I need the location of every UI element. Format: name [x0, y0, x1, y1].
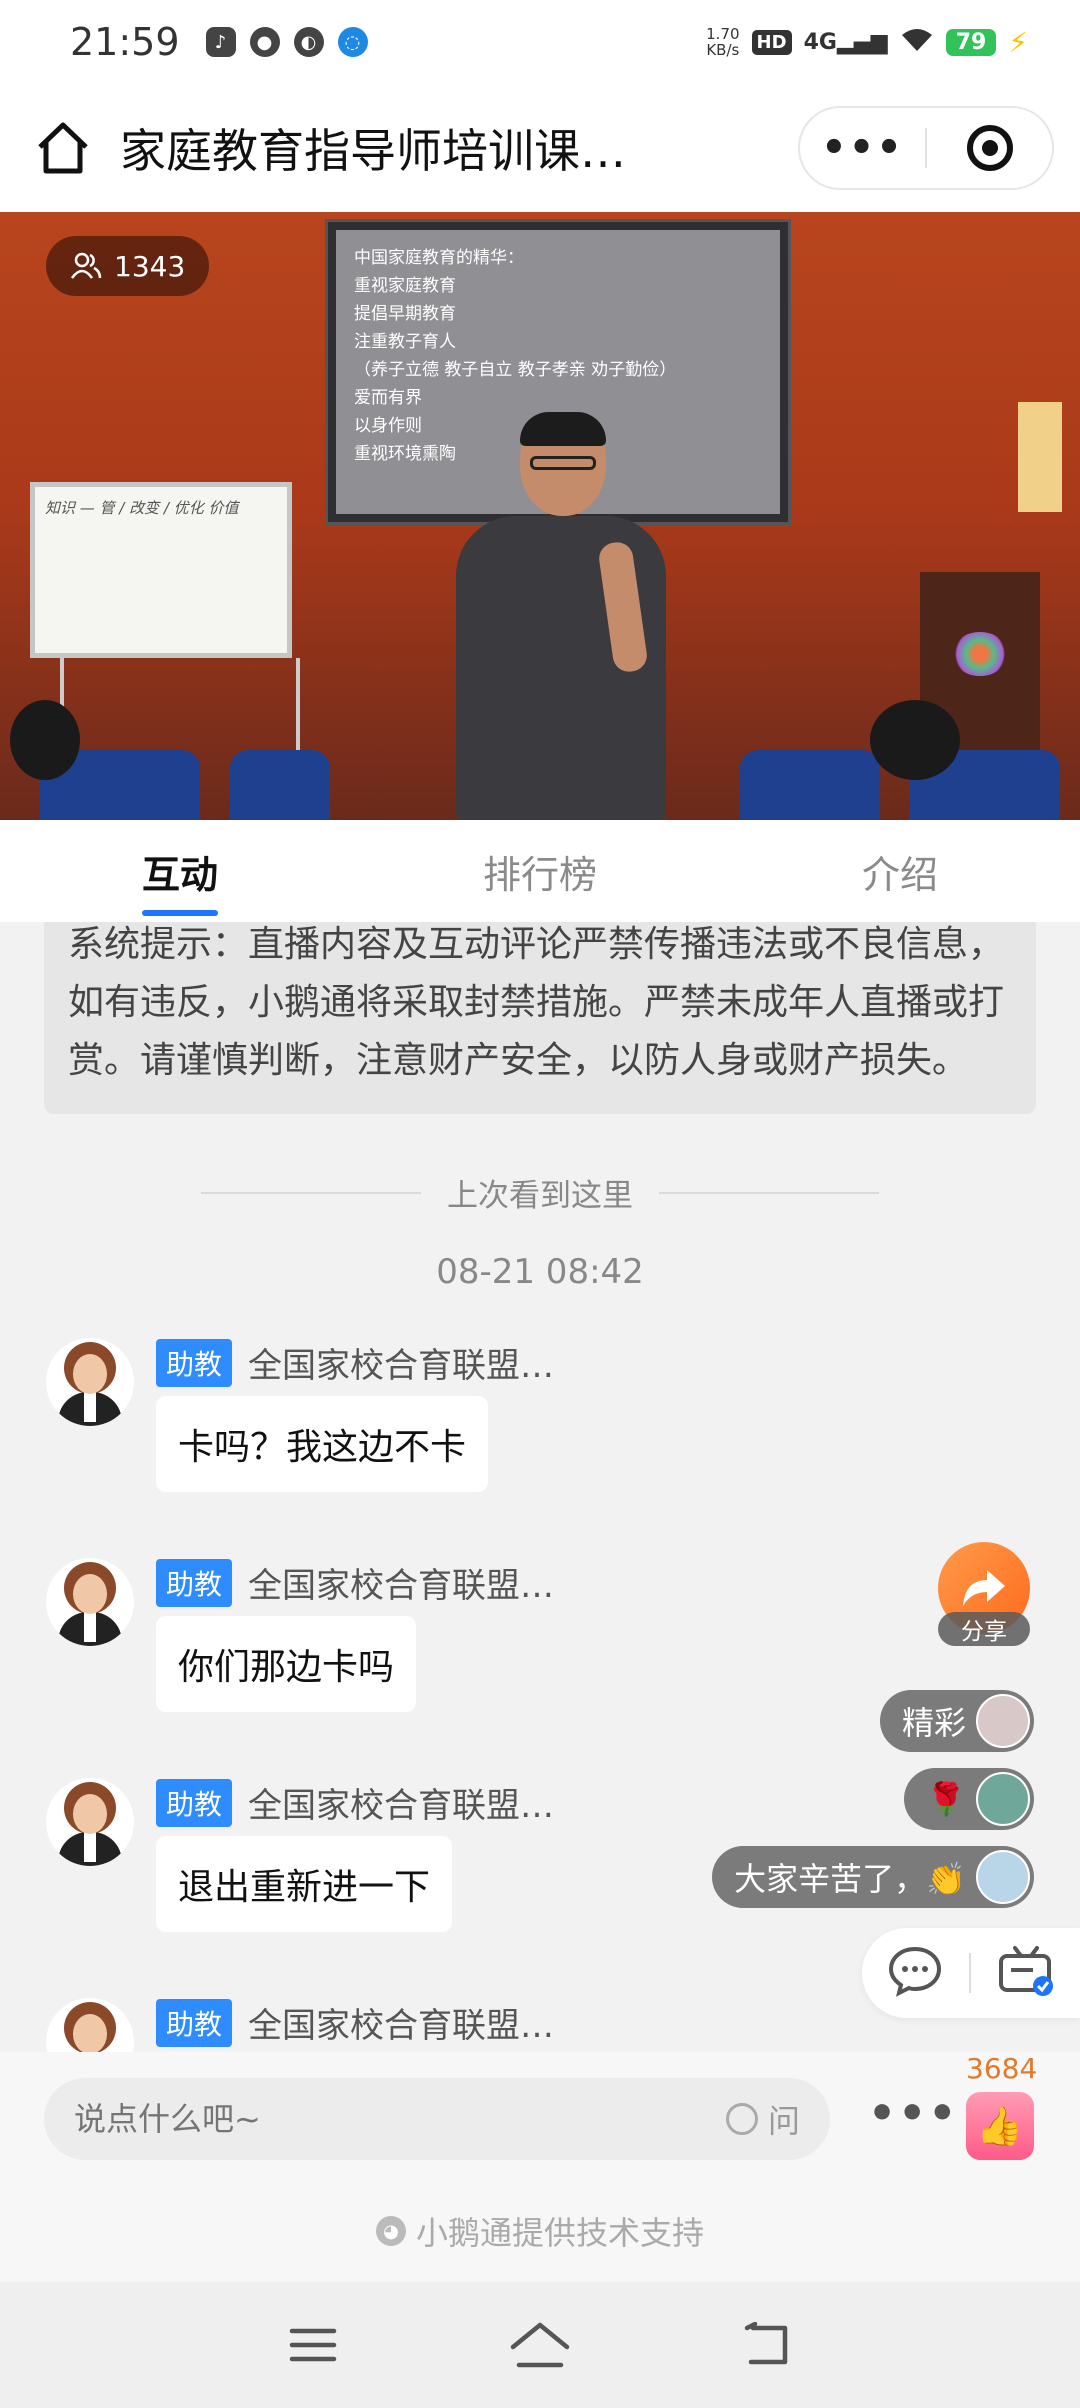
target-icon: [966, 125, 1013, 171]
like-count: 3684: [966, 2052, 1038, 2085]
more-dots-icon: •••: [821, 125, 904, 171]
status-bar: 21:59 ♪ ● ◐ ◌ 1.70 KB/s HD 4G▂▄▆ 79 ⚡: [0, 0, 1080, 84]
comment-input[interactable]: [74, 2100, 726, 2138]
role-badge: 助教: [156, 1778, 233, 1827]
avatar[interactable]: [46, 1338, 134, 1426]
sender-name: 全国家校合育联盟…: [248, 1786, 555, 1826]
message-timestamp: 08-21 08:42: [436, 1252, 644, 1292]
message-bubble[interactable]: 退出重新进一下: [156, 1836, 453, 1932]
live-tv-icon[interactable]: [997, 1944, 1055, 2002]
tab-bar: 互动 排行榜 介绍: [0, 820, 1080, 922]
status-app-icons: ♪ ● ◐ ◌: [205, 27, 368, 57]
role-badge: 助教: [156, 1338, 233, 1387]
role-badge: 助教: [156, 1998, 233, 2047]
system-notice: 系统提示：直播内容及互动评论严禁传播违法或不良信息，如有违反，小鹅通将采取封禁措…: [44, 922, 1036, 1114]
whiteboard: 知识 — 管 / 改变 / 优化 价值: [30, 482, 292, 658]
sender-name: 全国家校合育联盟…: [248, 1346, 555, 1386]
floating-comment: 🌹: [904, 1768, 1034, 1830]
comment-icon[interactable]: [887, 1945, 943, 2001]
viewer-count: 1343: [46, 236, 210, 296]
title-bar: 家庭教育指导师培训课… •••: [0, 84, 1080, 212]
tab-interaction[interactable]: 互动: [0, 820, 360, 922]
home-nav-button[interactable]: [500, 2305, 580, 2385]
page-title: 家庭教育指导师培训课…: [120, 124, 626, 178]
music-app-icon: ♪: [205, 27, 236, 57]
status-indicators: 1.70 KB/s HD 4G▂▄▆ 79 ⚡: [706, 26, 1028, 59]
menu-nav-button[interactable]: [273, 2305, 353, 2385]
wifi-icon: [900, 27, 934, 57]
xiaoetong-logo-icon: ◕: [375, 2216, 406, 2246]
message-header: 助教 全国家校合育联盟…: [156, 1558, 554, 1607]
mini-program-capsule: •••: [798, 106, 1054, 190]
signal-icon: 4G▂▄▆: [803, 29, 888, 55]
more-menu-button[interactable]: •••: [800, 108, 925, 188]
people-icon: [70, 252, 102, 279]
net-speed: 1.70 KB/s: [706, 25, 740, 59]
message-bubble[interactable]: 卡吗？我这边不卡: [156, 1396, 489, 1492]
sender-name: 全国家校合育联盟…: [248, 2006, 555, 2046]
message-header: 助教 全国家校合育联盟…: [156, 1338, 554, 1387]
avatar: [976, 1772, 1030, 1826]
home-outline-icon: [510, 2322, 570, 2368]
message-bubble[interactable]: 你们那边卡吗: [156, 1616, 417, 1712]
sender-name: 全国家校合育联盟…: [248, 1566, 555, 1606]
avatar[interactable]: [46, 1558, 134, 1646]
back-icon: [744, 2322, 787, 2365]
browser-app-icon: ◌: [337, 27, 368, 57]
share-arrow-icon: [963, 1570, 1005, 1606]
thumbs-up-icon[interactable]: 👍: [966, 2092, 1034, 2160]
battery-icon: 79: [945, 28, 997, 56]
avatar[interactable]: [46, 1778, 134, 1866]
tab-leaderboard[interactable]: 排行榜: [360, 820, 720, 922]
avatar: [976, 1694, 1030, 1748]
close-mini-program-button[interactable]: [927, 108, 1052, 188]
powered-by: ◕ 小鹅通提供技术支持: [0, 2208, 1080, 2254]
hamburger-icon: [290, 2328, 337, 2362]
last-read-divider: 上次看到这里: [0, 1170, 1080, 1215]
input-area: 问 ••• 3684 👍 ◕ 小鹅通提供技术支持: [0, 2052, 1080, 2282]
radio-icon: [725, 2103, 758, 2135]
system-nav-bar: [0, 2282, 1080, 2408]
back-nav-button[interactable]: [727, 2305, 807, 2385]
avatar: [976, 1850, 1030, 1904]
charging-icon: ⚡: [1008, 25, 1028, 59]
comment-input-box[interactable]: 问: [44, 2078, 830, 2160]
home-icon[interactable]: [28, 113, 98, 183]
ask-question-toggle[interactable]: 问: [725, 2096, 800, 2142]
compass-app-icon: ◐: [293, 27, 324, 57]
status-time: 21:59: [70, 20, 180, 64]
floating-comment: 精彩: [879, 1690, 1034, 1752]
avatar[interactable]: [46, 1998, 134, 2052]
quick-action-bar: [862, 1928, 1080, 2018]
audience-member: [10, 700, 80, 780]
role-badge: 助教: [156, 1558, 233, 1607]
wechat-app-icon: ●: [249, 27, 280, 57]
hd-icon: HD: [751, 29, 792, 55]
wall-poster: [1018, 402, 1062, 512]
message-header: 助教 全国家校合育联盟…: [156, 1778, 554, 1827]
podium-logo: [952, 632, 1008, 676]
floating-comment: 大家辛苦了，👏: [712, 1846, 1034, 1908]
audience-member: [870, 700, 960, 780]
message-header: 助教 全国家校合育联盟…: [156, 1998, 554, 2047]
share-label[interactable]: 分享: [938, 1612, 1030, 1646]
tab-introduction[interactable]: 介绍: [720, 820, 1080, 922]
more-options-icon[interactable]: •••: [868, 2088, 958, 2139]
live-video[interactable]: 1343 中国家庭教育的精华： 重视家庭教育 提倡早期教育 注重教子育人 （养子…: [0, 212, 1080, 820]
